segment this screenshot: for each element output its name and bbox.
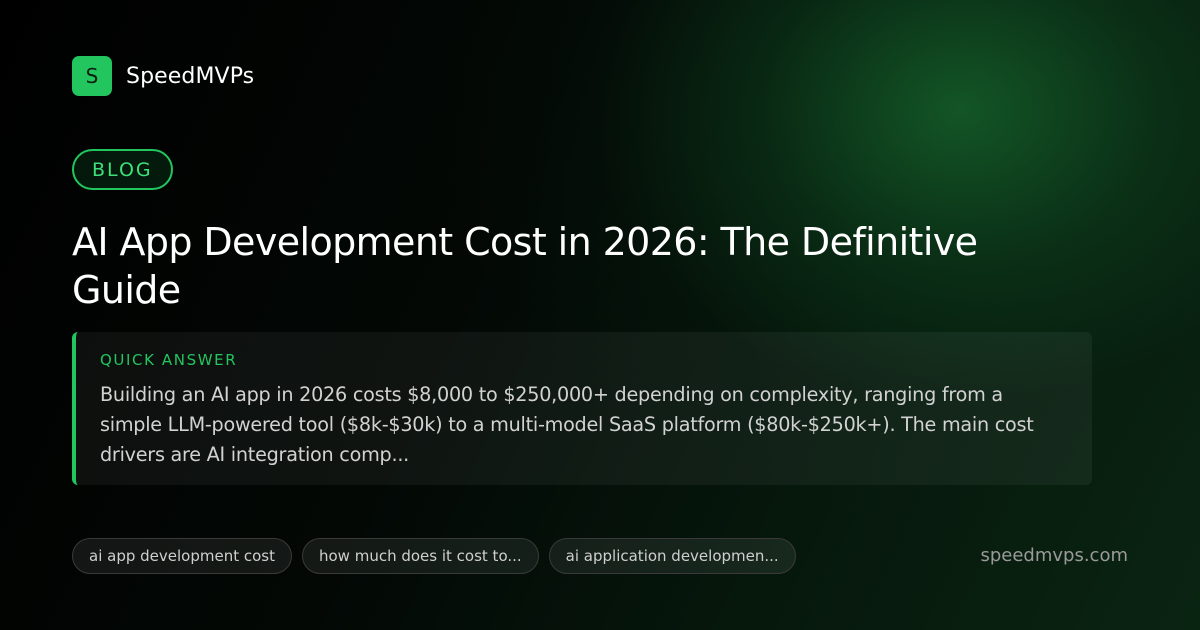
tag-chip: ai application developmen... <box>548 538 796 574</box>
brand: S SpeedMVPs <box>72 56 254 96</box>
tag-chip: ai app development cost <box>72 538 292 574</box>
tag-chip: how much does it cost to... <box>301 538 539 574</box>
tag-list: ai app development cost how much does it… <box>72 538 796 574</box>
page-title: AI App Development Cost in 2026: The Def… <box>72 220 978 312</box>
quick-answer-text: Building an AI app in 2026 costs $8,000 … <box>100 383 1034 466</box>
site-url: speedmvps.com <box>980 545 1128 566</box>
brand-logo: S <box>72 56 112 96</box>
brand-name: SpeedMVPs <box>126 63 255 89</box>
quick-answer-card: QUICK ANSWER Building an AI app in 2026 … <box>72 332 1092 485</box>
category-badge: BLOG <box>72 149 173 190</box>
quick-answer-label: QUICK ANSWER <box>100 351 238 369</box>
